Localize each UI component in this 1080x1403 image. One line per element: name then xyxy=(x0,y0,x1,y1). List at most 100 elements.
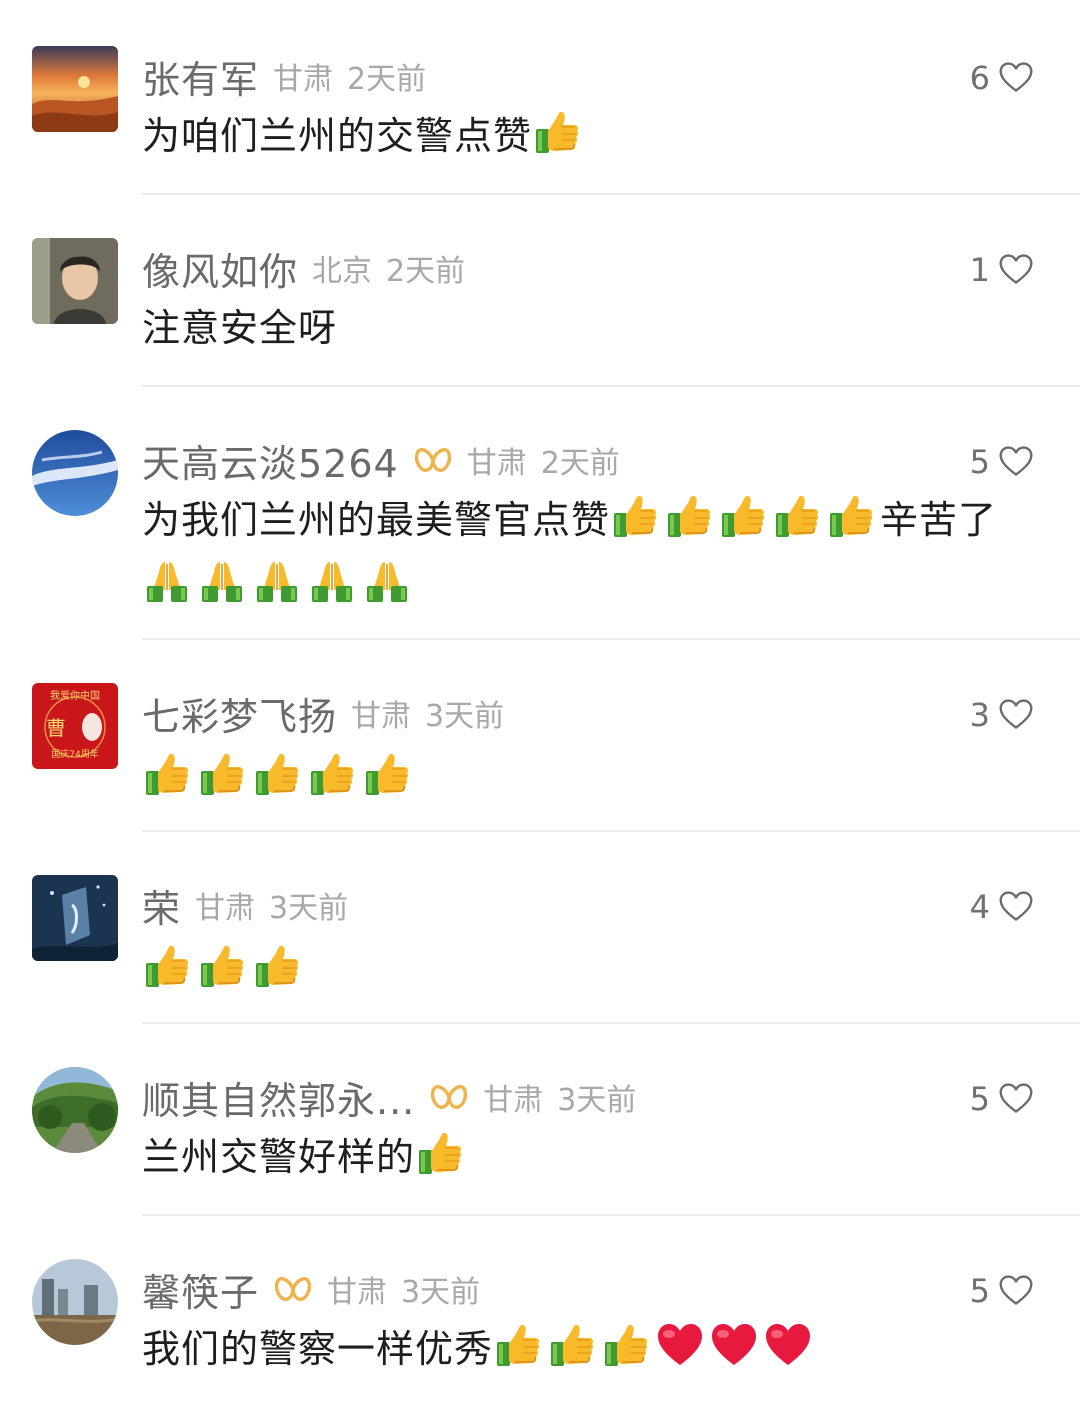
infinity-badge-icon xyxy=(429,1077,469,1117)
comment-text: 兰州交警好样的 xyxy=(142,1125,1042,1189)
like-count: 5 xyxy=(969,1080,990,1118)
username[interactable]: 张有军 xyxy=(142,49,259,104)
thumbs-up-emoji xyxy=(664,491,714,541)
comment-text-body: 我们的警察一样优秀 xyxy=(142,1327,494,1371)
comment-text: 注意安全呀 xyxy=(142,296,1042,360)
like-count: 5 xyxy=(969,1272,990,1310)
thumbs-up-emoji xyxy=(493,1320,543,1370)
like-count: 1 xyxy=(969,251,990,289)
location: 甘肃 xyxy=(195,891,256,926)
folded-hands-emoji xyxy=(307,556,357,606)
thumbs-up-emoji xyxy=(362,749,412,799)
location: 甘肃 xyxy=(351,699,412,734)
comment-text: 为咱们兰州的交警点赞 xyxy=(142,104,1042,168)
red-heart-emoji xyxy=(763,1320,813,1370)
avatar[interactable]: 我爱你中国 曹 国庆74周年 xyxy=(32,683,118,769)
username[interactable]: 天高云淡5264 xyxy=(142,433,399,488)
like-count: 6 xyxy=(969,59,990,97)
location: 甘肃 xyxy=(327,1275,388,1310)
folded-hands-emoji xyxy=(252,556,302,606)
like-button[interactable]: 6 xyxy=(970,58,1034,98)
comment-meta: 七彩梦飞扬 甘肃 3天前 xyxy=(142,685,504,741)
heart-outline-icon[interactable] xyxy=(998,1081,1034,1117)
thumbs-up-emoji xyxy=(718,491,768,541)
thumbs-up-emoji xyxy=(610,491,660,541)
location: 甘肃 xyxy=(466,446,527,481)
comment-meta: 天高云淡5264 甘肃 2天前 xyxy=(142,432,620,488)
divider xyxy=(142,193,1080,195)
avatar[interactable] xyxy=(32,1067,118,1153)
username[interactable]: 像风如你 xyxy=(142,241,298,296)
like-count: 3 xyxy=(969,696,990,734)
comment-meta: 像风如你 北京 2天前 xyxy=(142,240,465,296)
username[interactable]: 顺其自然郭永... xyxy=(142,1070,415,1125)
heart-outline-icon[interactable] xyxy=(998,252,1034,288)
divider xyxy=(142,385,1080,387)
timestamp: 2天前 xyxy=(386,254,466,289)
comment-text-body: 兰州交警好样的 xyxy=(142,1135,416,1179)
timestamp: 2天前 xyxy=(347,62,427,97)
folded-hands-emoji xyxy=(362,556,412,606)
infinity-badge-icon xyxy=(413,440,453,480)
thumbs-up-emoji xyxy=(252,941,302,991)
like-count: 4 xyxy=(969,888,990,926)
avatar[interactable] xyxy=(32,1259,118,1345)
timestamp: 3天前 xyxy=(425,699,505,734)
comment-text-body: 为我们兰州的最美警官点赞 xyxy=(142,498,611,542)
thumbs-up-emoji xyxy=(601,1320,651,1370)
avatar-caption: 我爱你中国 xyxy=(50,689,100,702)
comment-meta: 张有军 甘肃 2天前 xyxy=(142,48,426,104)
like-button[interactable]: 5 xyxy=(970,1271,1034,1311)
divider xyxy=(142,1022,1080,1024)
avatar[interactable] xyxy=(32,430,118,516)
infinity-badge-icon xyxy=(273,1269,313,1309)
username[interactable]: 荣 xyxy=(142,878,181,933)
like-button[interactable]: 5 xyxy=(970,1079,1034,1119)
heart-outline-icon[interactable] xyxy=(998,1273,1034,1309)
comment-text: 为我们兰州的最美警官点赞 辛苦了 xyxy=(142,488,1042,552)
avatar-caption: 国庆74周年 xyxy=(51,748,98,760)
location: 甘肃 xyxy=(273,62,334,97)
divider xyxy=(142,830,1080,832)
thumbs-up-emoji xyxy=(415,1128,465,1178)
username[interactable]: 馨筷子 xyxy=(142,1262,259,1317)
comment-meta: 荣 甘肃 3天前 xyxy=(142,877,348,933)
timestamp: 2天前 xyxy=(540,446,620,481)
thumbs-up-emoji xyxy=(826,491,876,541)
divider xyxy=(142,638,1080,640)
like-button[interactable]: 1 xyxy=(970,250,1034,290)
thumbs-up-emoji xyxy=(307,749,357,799)
like-button[interactable]: 4 xyxy=(970,887,1034,927)
red-heart-emoji xyxy=(709,1320,759,1370)
timestamp: 3天前 xyxy=(269,891,349,926)
avatar[interactable] xyxy=(32,238,118,324)
folded-hands-emoji xyxy=(142,556,192,606)
like-count: 5 xyxy=(969,443,990,481)
red-heart-emoji xyxy=(655,1320,705,1370)
comment-meta: 馨筷子 甘肃 3天前 xyxy=(142,1261,480,1317)
heart-outline-icon[interactable] xyxy=(998,697,1034,733)
thumbs-up-emoji xyxy=(197,941,247,991)
divider xyxy=(142,1214,1080,1216)
thumbs-up-emoji xyxy=(197,749,247,799)
thumbs-up-emoji xyxy=(142,941,192,991)
heart-outline-icon[interactable] xyxy=(998,889,1034,925)
thumbs-up-emoji xyxy=(142,749,192,799)
heart-outline-icon[interactable] xyxy=(998,60,1034,96)
emoji-row xyxy=(142,941,307,991)
avatar[interactable] xyxy=(32,875,118,961)
like-button[interactable]: 3 xyxy=(970,695,1034,735)
comment-text-body: 为咱们兰州的交警点赞 xyxy=(142,114,533,158)
comment-meta: 顺其自然郭永... 甘肃 3天前 xyxy=(142,1069,636,1125)
thumbs-up-emoji xyxy=(547,1320,597,1370)
location: 北京 xyxy=(312,254,373,289)
emoji-row xyxy=(142,556,417,606)
timestamp: 3天前 xyxy=(557,1083,637,1118)
username[interactable]: 七彩梦飞扬 xyxy=(142,686,337,741)
like-button[interactable]: 5 xyxy=(970,442,1034,482)
avatar[interactable] xyxy=(32,46,118,132)
timestamp: 3天前 xyxy=(401,1275,481,1310)
thumbs-up-emoji xyxy=(252,749,302,799)
comment-text-body: 注意安全呀 xyxy=(142,306,338,350)
heart-outline-icon[interactable] xyxy=(998,444,1034,480)
